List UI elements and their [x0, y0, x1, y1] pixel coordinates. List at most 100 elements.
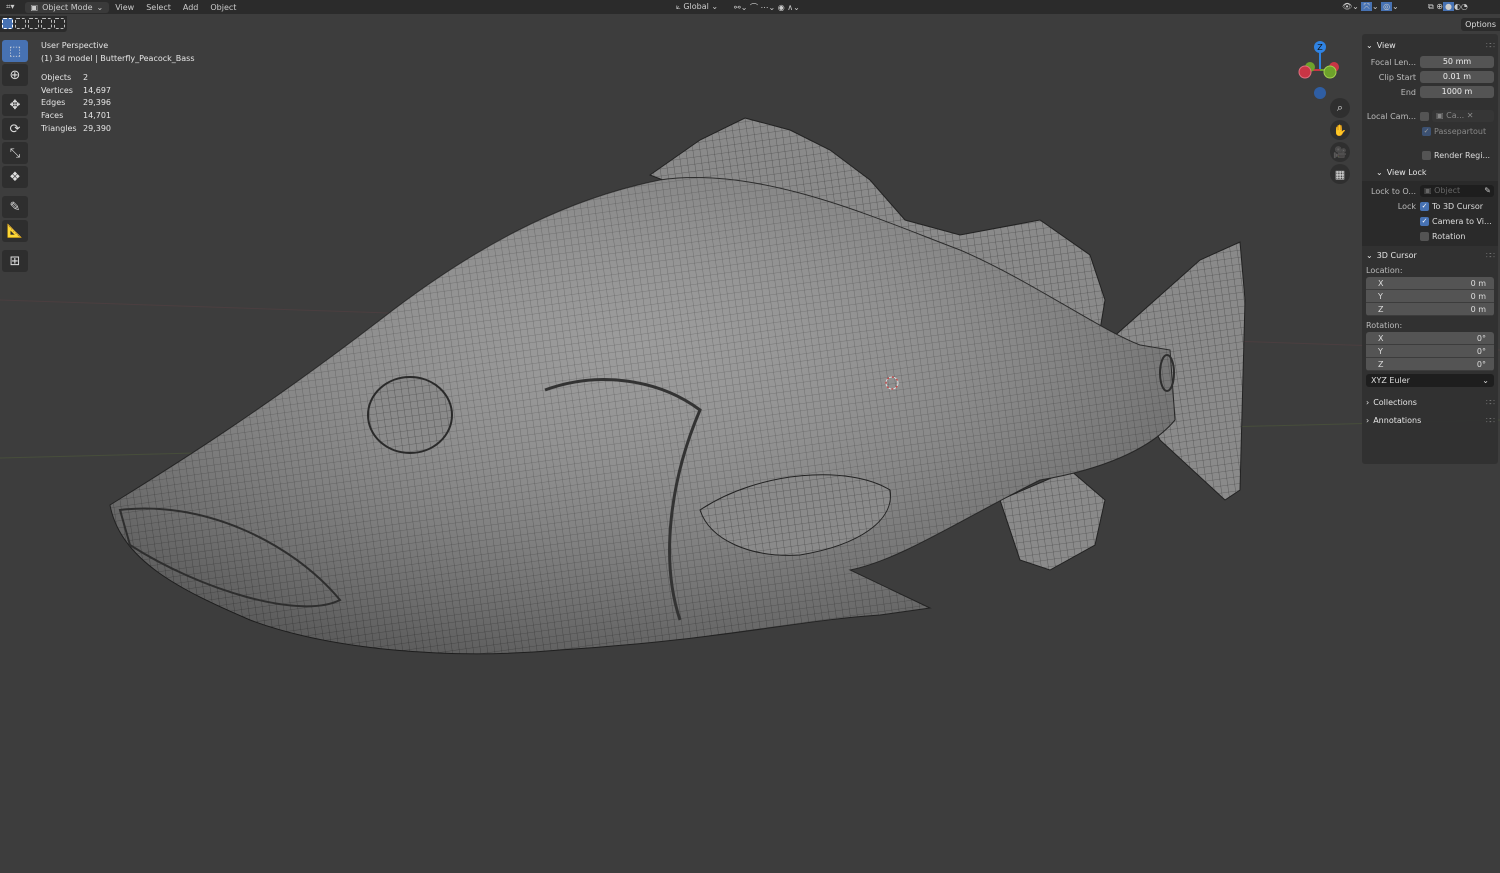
local-camera-field[interactable]: ▣ Ca... ✕ — [1432, 110, 1494, 122]
chevron-right-icon: › — [1366, 397, 1370, 407]
add-cube-tool-icon[interactable]: ⊞ — [2, 250, 28, 272]
viewport-info-overlay: User Perspective (1) 3d model | Butterfl… — [41, 40, 195, 135]
measure-tool-icon[interactable]: 📐 — [2, 220, 28, 242]
lock-label: Lock — [1397, 201, 1416, 211]
panel-title: Annotations — [1373, 415, 1422, 425]
drag-grip-icon[interactable]: ∷∷ — [1486, 398, 1495, 407]
view-lock-header[interactable]: ⌄ View Lock — [1366, 163, 1494, 181]
annotations-panel-header[interactable]: › Annotations ∷∷ — [1366, 411, 1495, 429]
axis-value: 0 m — [1470, 279, 1486, 288]
local-camera-value: Ca... — [1446, 111, 1465, 120]
menu-select[interactable]: Select — [140, 3, 177, 12]
location-z-field[interactable]: Z 0 m — [1366, 303, 1494, 316]
stat-label: Objects — [41, 73, 72, 83]
chevron-down-icon: ⌄ — [1366, 250, 1373, 260]
panel-title: View — [1376, 40, 1396, 50]
location-y-field[interactable]: Y 0 m — [1366, 290, 1494, 303]
drag-grip-icon[interactable]: ∷∷ — [1486, 41, 1495, 50]
fish-mesh-model[interactable] — [109, 117, 1246, 655]
rotation-mode-value: XYZ Euler — [1371, 376, 1410, 385]
viewport-header: ⌗▾ ▣ Object Mode ⌄ View Select Add Object … — [0, 0, 1500, 14]
local-camera-checkbox[interactable] — [1420, 111, 1429, 121]
cursor-rotation-vector[interactable]: X 0° Y 0° Z 0° — [1366, 332, 1494, 371]
3d-cursor-panel-header[interactable]: ⌄ 3D Cursor ∷∷ — [1366, 246, 1495, 264]
editor-type-icon[interactable]: ⌗▾ — [0, 2, 21, 12]
select-subtract-icon[interactable] — [28, 18, 39, 29]
annotate-tool-icon[interactable]: ✎ — [2, 196, 28, 218]
panel-title: Collections — [1373, 397, 1417, 407]
rotate-tool-icon[interactable]: ⟳ — [2, 118, 28, 140]
options-button[interactable]: Options — [1461, 18, 1500, 31]
chevron-down-icon: ⌄ — [1366, 40, 1373, 50]
menu-view[interactable]: View — [109, 3, 140, 12]
eyedropper-icon[interactable]: ✎ — [1484, 185, 1494, 197]
location-label: Location: — [1366, 266, 1403, 275]
mode-dropdown[interactable]: ▣ Object Mode ⌄ — [24, 1, 110, 13]
lock-to-object-field[interactable]: ▣ Object ✎ — [1420, 185, 1494, 197]
to-3d-cursor-checkbox[interactable]: ✓ — [1420, 201, 1429, 211]
rotation-z-field[interactable]: Z 0° — [1366, 358, 1494, 371]
shading-mode-icons[interactable]: ⧉ ⊕ ● ◐◔ — [1422, 2, 1474, 12]
axis-label: Y — [1378, 292, 1383, 301]
select-invert-icon[interactable] — [41, 18, 52, 29]
stat-label: Vertices — [41, 85, 73, 95]
ortho-grid-icon[interactable]: ▦ — [1330, 164, 1350, 184]
menu-add[interactable]: Add — [177, 3, 205, 12]
orientation-label: Global — [683, 2, 709, 11]
stat-value: 14,701 — [83, 110, 111, 120]
navigation-gizmo[interactable]: Z — [1294, 40, 1346, 100]
select-new-icon[interactable] — [2, 18, 13, 29]
selection-mode-buttons[interactable] — [0, 16, 67, 32]
menu-object[interactable]: Object — [204, 3, 242, 12]
select-extend-icon[interactable] — [15, 18, 26, 29]
rotation-y-field[interactable]: Y 0° — [1366, 345, 1494, 358]
stat-value: 2 — [83, 73, 89, 83]
clip-end-label: End — [1400, 87, 1416, 97]
3d-viewport[interactable] — [0, 0, 1500, 873]
axis-value: 0 m — [1470, 305, 1486, 314]
camera-view-icon[interactable]: 🎥 — [1330, 142, 1350, 162]
chevron-right-icon: › — [1366, 415, 1370, 425]
rotation-x-field[interactable]: X 0° — [1366, 332, 1494, 345]
transform-tool-icon[interactable]: ❖ — [2, 166, 28, 188]
axis-value: 0° — [1476, 334, 1486, 343]
select-box-tool-icon[interactable]: ⬚ — [2, 40, 28, 62]
render-region-checkbox[interactable] — [1422, 150, 1431, 160]
stat-label: Faces — [41, 110, 64, 120]
cursor-location-vector[interactable]: X 0 m Y 0 m Z 0 m — [1366, 277, 1494, 316]
clip-start-field[interactable]: 0.01 m — [1420, 71, 1494, 83]
drag-grip-icon[interactable]: ∷∷ — [1486, 251, 1495, 260]
camera-to-view-checkbox[interactable]: ✓ — [1420, 216, 1429, 226]
transform-orientation-dropdown[interactable]: ⟀ Global ⌄ — [670, 2, 724, 12]
drag-grip-icon[interactable]: ∷∷ — [1486, 416, 1495, 425]
visibility-gizmo-overlay-icons[interactable]: 👁⌄ ⤧ ⌄ ◎ ⌄ — [1336, 2, 1405, 12]
camera-to-view-label: Camera to Vi... — [1432, 216, 1492, 226]
scene-statistics: Objects 2 Vertices 14,697 Edges 29,396 Face… — [41, 72, 195, 135]
location-x-field[interactable]: X 0 m — [1366, 277, 1494, 290]
lock-object-placeholder: Object — [1434, 186, 1461, 195]
pan-hand-icon[interactable]: ✋ — [1330, 120, 1350, 140]
to-3d-cursor-label: To 3D Cursor — [1432, 201, 1484, 211]
select-intersect-icon[interactable] — [54, 18, 65, 29]
focal-length-field[interactable]: 50 mm — [1420, 56, 1494, 68]
pivot-snap-proportional-icons[interactable]: ⚯⌄ ⌒ ⋯⌄ ◉ ∧⌄ — [728, 2, 806, 13]
cursor-tool-icon[interactable]: ⊕ — [2, 64, 28, 86]
zoom-icon[interactable]: ⌕ — [1330, 98, 1350, 118]
view-panel-header[interactable]: ⌄ View ∷∷ — [1366, 36, 1495, 54]
object-mode-icon: ▣ — [30, 2, 39, 12]
panel-title: View Lock — [1386, 167, 1427, 177]
clip-end-field[interactable]: 1000 m — [1420, 86, 1494, 98]
lock-rotation-checkbox[interactable] — [1420, 231, 1429, 241]
passepartout-checkbox[interactable]: ✓ — [1422, 126, 1431, 136]
rotation-mode-dropdown[interactable]: XYZ Euler ⌄ — [1366, 374, 1494, 387]
view-name: User Perspective — [41, 41, 109, 50]
move-tool-icon[interactable]: ✥ — [2, 94, 28, 116]
axis-label: Z — [1378, 360, 1384, 369]
stat-value: 29,390 — [83, 123, 111, 133]
scale-tool-icon[interactable]: ⤡ — [2, 142, 28, 164]
stat-value: 29,396 — [83, 98, 111, 108]
collections-panel-header[interactable]: › Collections ∷∷ — [1366, 393, 1495, 411]
passepartout-label: Passepartout — [1434, 126, 1487, 136]
gizmo-z-label: Z — [1317, 43, 1323, 52]
clip-start-label: Clip Start — [1378, 72, 1416, 82]
